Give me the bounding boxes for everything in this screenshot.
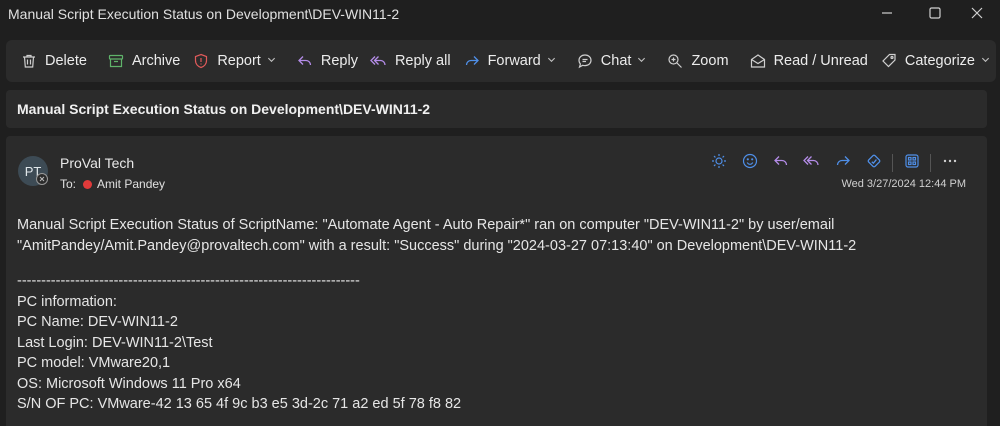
last-login: Last Login: DEV-WIN11-2\Test — [17, 334, 213, 351]
forward-label: Forward — [487, 53, 541, 69]
brightness-button[interactable] — [703, 152, 734, 174]
maximize-button[interactable] — [912, 0, 958, 28]
archive-button[interactable]: Archive — [101, 45, 186, 77]
to-label: To: — [60, 177, 77, 191]
chat-icon — [576, 52, 594, 70]
message-body: Manual Script Execution Status of Script… — [17, 215, 977, 415]
recipient-name[interactable]: Amit Pandey — [97, 177, 165, 191]
categorize-button[interactable]: Categorize — [874, 45, 996, 77]
reply-all-icon — [370, 52, 388, 70]
pc-model: PC model: VMware20,1 — [17, 355, 171, 371]
pc-serial: S/N OF PC: VMware-42 13 65 4f 9c b3 e5 3… — [17, 396, 462, 412]
close-button[interactable] — [954, 0, 1000, 28]
loop-button[interactable] — [858, 152, 889, 174]
presence-busy-icon — [83, 179, 93, 189]
report-shield-icon — [192, 52, 210, 70]
reply-button[interactable]: Reply — [290, 45, 364, 77]
reply-all-icon — [802, 153, 821, 174]
reply-icon — [296, 52, 314, 70]
envelope-open-icon — [749, 52, 767, 70]
chevron-down-icon[interactable] — [547, 55, 556, 67]
pc-info-heading: PC information: — [17, 293, 117, 310]
reply-icon — [773, 153, 789, 174]
delete-button[interactable]: Delete — [14, 45, 93, 77]
chevron-down-icon[interactable] — [637, 55, 646, 67]
quick-reply-button[interactable] — [765, 152, 796, 174]
minimize-button[interactable] — [864, 0, 910, 28]
title-bar: Manual Script Execution Status on Develo… — [0, 0, 1000, 28]
message-toolbar: Delete Archive Report Reply Reply all Fo… — [6, 40, 996, 82]
zoom-icon — [666, 52, 684, 70]
forward-button[interactable]: Forward — [457, 45, 562, 77]
message-actions — [703, 152, 965, 174]
body-line: Manual Script Execution Status of Script… — [17, 217, 835, 233]
window-title: Manual Script Execution Status on Develo… — [8, 6, 400, 22]
sun-icon — [711, 153, 727, 174]
delete-label: Delete — [45, 53, 87, 69]
trash-icon — [20, 52, 38, 70]
presence-unknown-icon — [36, 173, 48, 185]
report-button[interactable]: Report — [186, 45, 282, 77]
more-actions-button[interactable] — [934, 152, 965, 174]
chevron-down-icon[interactable] — [981, 55, 990, 67]
tag-icon — [880, 52, 898, 70]
close-icon — [971, 6, 983, 22]
pc-os: OS: Microsoft Windows 11 Pro x64 — [17, 375, 241, 392]
more-icon — [942, 153, 958, 174]
maximize-icon — [929, 6, 941, 22]
read-unread-label: Read / Unread — [773, 53, 868, 69]
loop-icon — [866, 153, 882, 174]
reaction-button[interactable] — [734, 152, 765, 174]
body-divider: ----------------------------------------… — [17, 273, 360, 289]
chat-label: Chat — [600, 53, 632, 69]
zoom-label: Zoom — [691, 53, 729, 69]
minimize-icon — [881, 6, 893, 22]
actions-divider — [930, 154, 931, 172]
archive-label: Archive — [131, 53, 181, 69]
message-subject: Manual Script Execution Status on Develo… — [17, 101, 431, 117]
recipient-line: To: Amit Pandey — [60, 177, 165, 191]
quick-forward-button[interactable] — [827, 152, 858, 174]
archive-icon — [107, 52, 125, 70]
sender-name[interactable]: ProVal Tech — [60, 155, 134, 171]
forward-icon — [463, 52, 481, 70]
zoom-button[interactable]: Zoom — [660, 45, 734, 77]
categorize-label: Categorize — [904, 53, 975, 69]
read-unread-button[interactable]: Read / Unread — [743, 45, 874, 77]
chat-button[interactable]: Chat — [570, 45, 653, 77]
received-datetime: Wed 3/27/2024 12:44 PM — [841, 178, 966, 190]
smiley-icon — [742, 153, 758, 174]
subject-bar: Manual Script Execution Status on Develo… — [6, 90, 987, 128]
actions-divider — [892, 154, 893, 172]
message-pane: PT ProVal Tech To: Amit Pandey Wed 3/27/… — [6, 136, 987, 426]
report-label: Report — [217, 53, 261, 69]
quick-reply-all-button[interactable] — [796, 152, 827, 174]
apps-grid-icon — [904, 153, 920, 174]
body-line: "AmitPandey/Amit.Pandey@provaltech.com" … — [17, 237, 857, 254]
reply-all-button[interactable]: Reply all — [364, 45, 457, 77]
pc-name: PC Name: DEV-WIN11-2 — [17, 314, 178, 330]
chevron-down-icon[interactable] — [267, 55, 276, 67]
apps-button[interactable] — [896, 152, 927, 174]
forward-icon — [835, 153, 851, 174]
reply-all-label: Reply all — [394, 53, 451, 69]
reply-label: Reply — [320, 53, 358, 69]
